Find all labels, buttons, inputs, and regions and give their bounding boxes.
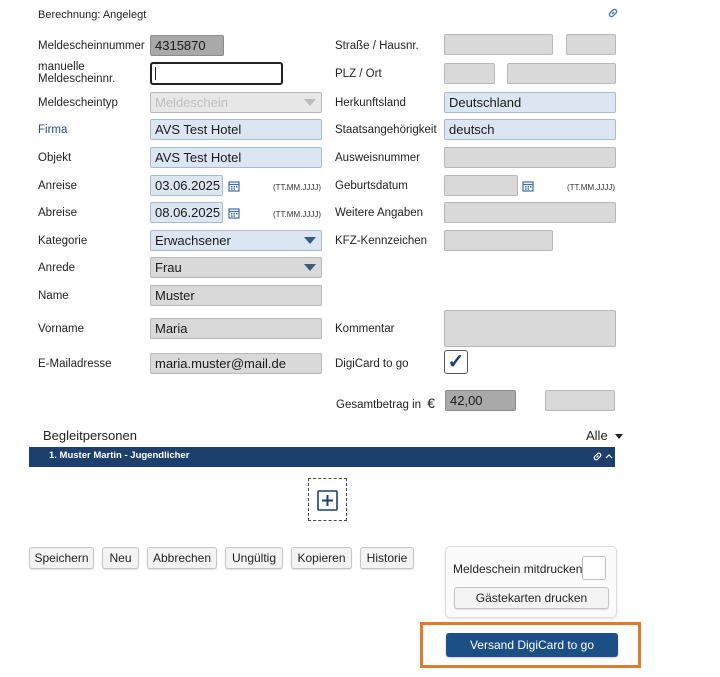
weitere-field[interactable]: [444, 202, 616, 223]
versand-digicard-button[interactable]: Versand DigiCard to go: [446, 633, 618, 657]
abreise-field[interactable]: 08.06.2025: [150, 202, 223, 223]
historie-button[interactable]: Historie: [360, 547, 414, 569]
email-field[interactable]: maria.muster@mail.de: [150, 353, 322, 374]
kfz-field[interactable]: [444, 230, 553, 251]
calendar-icon[interactable]: [228, 180, 240, 192]
label-gesamtbetrag: Gesamtbetrag in €: [336, 395, 435, 411]
label-plz: PLZ / Ort: [335, 68, 382, 80]
chevron-up-icon[interactable]: [605, 453, 613, 459]
label-objekt: Objekt: [38, 152, 72, 164]
label-digicard: DigiCard to go: [335, 358, 409, 370]
begleit-filter-dropdown[interactable]: Alle: [586, 428, 624, 443]
plus-icon: [317, 490, 338, 511]
calendar-icon[interactable]: [522, 180, 534, 192]
label-firma[interactable]: Firma: [38, 124, 67, 136]
digicard-checkbox[interactable]: ✓: [444, 350, 468, 374]
staatsangehoerigkeit-field[interactable]: deutsch: [444, 119, 616, 140]
label-kfz: KFZ-Kennzeichen: [335, 235, 428, 247]
label-anrede: Anrede: [38, 262, 76, 274]
check-icon: ✓: [447, 351, 465, 373]
label-vorname: Vorname: [38, 323, 85, 335]
kopieren-button[interactable]: Kopieren: [291, 547, 352, 569]
calendar-icon[interactable]: [228, 207, 240, 219]
objekt-field[interactable]: AVS Test Hotel: [150, 147, 322, 168]
label-kategorie: Kategorie: [38, 235, 88, 247]
kategorie-value: Erwachsener: [155, 233, 231, 248]
label-geburtsdatum: Geburtsdatum: [335, 180, 408, 192]
label-herkunftsland: Herkunftsland: [335, 97, 406, 109]
meldescheintyp-value: Meldeschein: [155, 95, 228, 110]
strasse-field[interactable]: [444, 34, 553, 55]
meldescheintyp-select[interactable]: Meldeschein: [150, 92, 322, 113]
ausweisnummer-field[interactable]: [444, 147, 616, 168]
ungueltig-button[interactable]: Ungültig: [225, 547, 283, 569]
text-cursor: [155, 67, 156, 80]
label-meldescheintyp: Meldescheintyp: [38, 97, 118, 109]
label-manuell-line2: Meldescheinnr.: [38, 73, 116, 85]
anreise-format: (TT.MM.JJJJ): [273, 183, 321, 192]
chevron-down-icon: [615, 434, 624, 440]
name-field[interactable]: Muster: [150, 285, 322, 306]
currency-symbol: €: [427, 395, 436, 411]
geburtsdatum-field[interactable]: [444, 175, 518, 196]
begleit-filter-value: Alle: [586, 428, 608, 443]
gesamtbetrag-label-text: Gesamtbetrag in: [336, 399, 422, 411]
geburtsdatum-format: (TT.MM.JJJJ): [567, 183, 615, 192]
anrede-value: Frau: [155, 260, 182, 275]
print-options-panel: Meldeschein mitdrucken Gästekarten druck…: [445, 546, 617, 618]
status-text: Berechnung: Angelegt: [38, 9, 147, 21]
label-anreise: Anreise: [38, 180, 77, 192]
begleit-row[interactable]: 1. Muster Martin - Jugendlicher: [29, 447, 615, 467]
meldeschein-mitdrucken-checkbox[interactable]: [582, 556, 606, 580]
abreise-format: (TT.MM.JJJJ): [273, 210, 321, 219]
add-begleitperson-box[interactable]: [308, 478, 347, 521]
link-icon[interactable]: [607, 7, 619, 19]
ort-field[interactable]: [507, 63, 616, 84]
label-meldescheinnummer: Meldescheinnummer: [38, 40, 145, 52]
chevron-down-icon: [304, 264, 316, 271]
label-staatsangehoerigkeit: Staatsangehörigkeit: [335, 124, 437, 136]
plz-field[interactable]: [444, 63, 495, 84]
meldescheinnummer-field[interactable]: 4315870: [150, 35, 224, 56]
anreise-field[interactable]: 03.06.2025: [150, 175, 223, 196]
abbrechen-button[interactable]: Abbrechen: [147, 547, 217, 569]
chevron-down-icon: [304, 237, 316, 244]
label-email: E-Mailadresse: [38, 358, 112, 370]
link-icon[interactable]: [592, 451, 603, 462]
label-name: Name: [38, 290, 69, 302]
meldeschein-mitdrucken-label: Meldeschein mitdrucken: [453, 562, 583, 576]
label-weitere: Weitere Angaben: [335, 207, 424, 219]
label-manuell: manuelle Meldescheinnr.: [38, 61, 115, 85]
label-ausweisnummer: Ausweisnummer: [335, 152, 420, 164]
manuell-field[interactable]: [150, 62, 283, 85]
herkunftsland-field[interactable]: Deutschland: [444, 92, 616, 113]
label-kommentar: Kommentar: [335, 323, 395, 335]
neu-button[interactable]: Neu: [102, 547, 139, 569]
gaestekarten-drucken-button[interactable]: Gästekarten drucken: [454, 587, 609, 609]
gesamtbetrag-extra-field[interactable]: [545, 390, 615, 411]
begleitpersonen-title: Begleitpersonen: [43, 428, 137, 443]
vorname-field[interactable]: Maria: [150, 318, 322, 339]
speichern-button[interactable]: Speichern: [29, 547, 94, 569]
hausnr-field[interactable]: [566, 34, 616, 55]
label-manuell-line1: manuelle: [38, 61, 85, 73]
label-strasse: Straße / Hausnr.: [335, 40, 419, 52]
gesamtbetrag-field[interactable]: 42,00: [445, 390, 516, 411]
firma-field[interactable]: AVS Test Hotel: [150, 119, 322, 140]
label-abreise: Abreise: [38, 207, 77, 219]
kategorie-select[interactable]: Erwachsener: [150, 230, 322, 251]
anrede-select[interactable]: Frau: [150, 257, 322, 278]
begleit-row-label: 1. Muster Martin - Jugendlicher: [49, 450, 190, 461]
chevron-down-icon: [304, 99, 316, 106]
kommentar-textarea[interactable]: [444, 310, 616, 347]
